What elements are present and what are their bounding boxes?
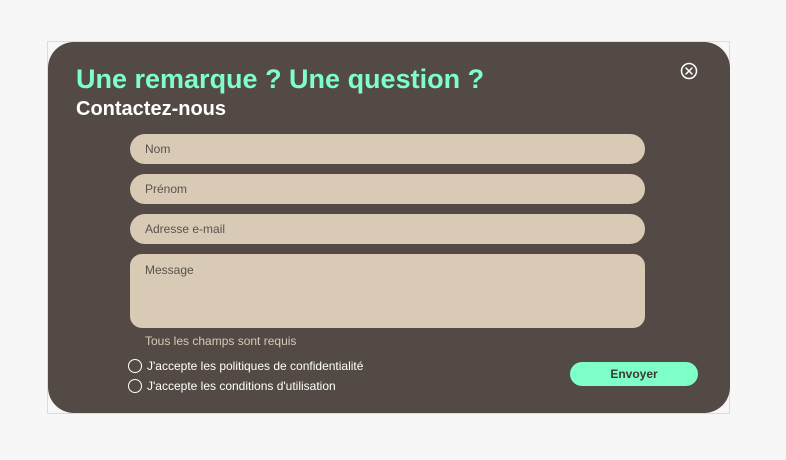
terms-label: J'accepte les conditions d'utilisation [147,379,336,393]
firstname-field[interactable] [130,174,645,204]
contact-modal: Une remarque ? Une question ? Contactez-… [48,42,730,413]
privacy-radio-icon[interactable] [128,359,142,373]
privacy-label: J'accepte les politiques de confidential… [147,359,364,373]
terms-checkbox[interactable]: J'accepte les conditions d'utilisation [128,378,336,394]
required-hint: Tous les champs sont requis [145,334,297,348]
terms-radio-icon[interactable] [128,379,142,393]
modal-title: Une remarque ? Une question ? [76,64,485,94]
close-icon[interactable] [680,62,698,80]
modal-subtitle: Contactez-nous [76,98,226,120]
email-field[interactable] [130,214,645,244]
name-field[interactable] [130,134,645,164]
submit-button[interactable]: Envoyer [570,362,698,386]
message-field[interactable] [130,254,645,328]
privacy-checkbox[interactable]: J'accepte les politiques de confidential… [128,358,363,374]
